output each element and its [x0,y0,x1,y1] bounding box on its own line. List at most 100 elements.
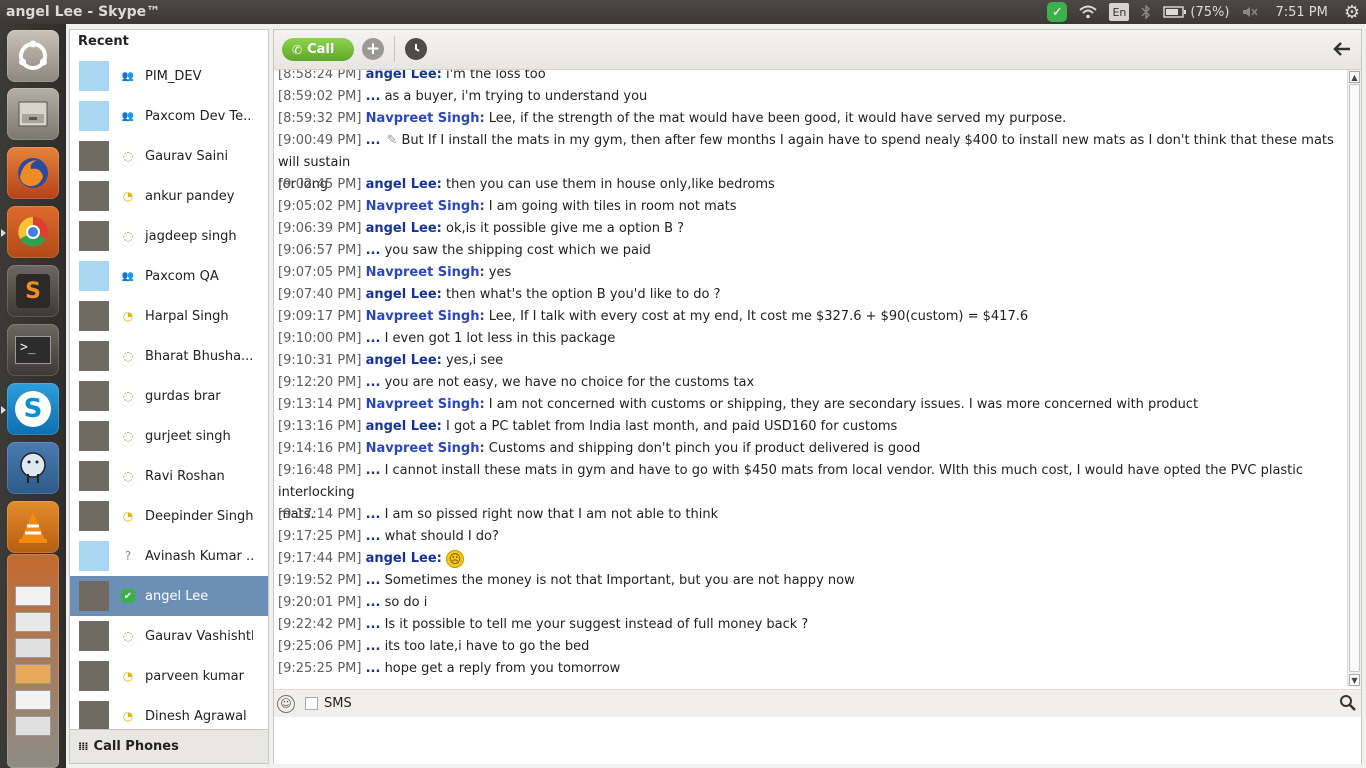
avatar [79,501,109,531]
sms-checkbox[interactable] [305,697,318,710]
message-timestamp: [9:00:49 PM] [278,133,362,148]
message-timestamp: [9:20:01 PM] [278,595,362,610]
scroll-thumb[interactable] [1349,84,1360,672]
message-scrollbar[interactable]: ▲ ▼ [1347,70,1361,687]
contact-item[interactable]: ◔ ankur pandey [70,176,268,216]
message-sender: angel Lee: [365,287,442,302]
scroll-down-arrow[interactable]: ▼ [1349,674,1360,686]
battery-icon[interactable]: (75%) [1163,0,1229,24]
emoticon-icon[interactable]: ☺ [277,694,295,713]
message-row: [8:59:02 PM] ... as a buyer, i'm trying … [274,86,1347,108]
message-timestamp: [9:16:48 PM] [278,463,362,478]
window-title: angel Lee - Skype™ [6,4,161,20]
message-text: yes,i see [445,353,504,368]
contact-item[interactable]: ◔ Deepinder Singh [70,496,268,536]
contact-item[interactable]: ◌ Gaurav Vashishth [70,616,268,656]
message-input[interactable] [274,718,1361,764]
message-row: [9:06:39 PM] angel Lee: ok,is it possibl… [274,218,1347,240]
history-clock-icon[interactable] [405,38,427,60]
postgres-icon[interactable] [7,442,59,494]
contact-name: angel Lee [145,588,209,604]
vlc-icon[interactable] [7,501,59,553]
message-sender: Navpreet Singh: [365,441,485,456]
message-sender: angel Lee: [365,551,442,566]
message-row: [9:06:57 PM] ... you saw the shipping co… [274,240,1347,262]
message-timestamp: [9:02:45 PM] [278,177,362,192]
message-timestamp: [9:06:57 PM] [278,243,362,258]
indicator-area: ✓ En (75%) 7:51 PM ⚙ [1041,0,1366,24]
contact-item[interactable]: ? Avinash Kumar ... [70,536,268,576]
presence-status-icon: ◔ [122,669,134,683]
contact-item[interactable]: ✔ angel Lee [70,576,268,616]
contact-name: Paxcom QA [145,268,219,284]
chat-panel: ✆ Call + [8:58:24 PM] angel Lee: i'm the… [273,29,1362,764]
message-text: you saw the shipping cost which we paid [384,243,651,258]
contact-item[interactable]: ◔ Harpal Singh [70,296,268,336]
skype-icon[interactable]: S [7,383,59,435]
message-row: [9:22:42 PM] ... Is it possible to tell … [274,614,1347,636]
contact-item[interactable]: ◌ gurdas brar [70,376,268,416]
message-text: as a buyer, i'm trying to understand you [384,89,648,104]
presence-status-icon: ◌ [122,469,134,483]
scroll-up-arrow[interactable]: ▲ [1349,71,1360,83]
volume-muted-icon[interactable] [1241,0,1259,24]
dialpad-icon: ⁞⁞⁞ [78,740,89,753]
contact-item[interactable]: ◌ jagdeep singh [70,216,268,256]
chat-toolbar: ✆ Call + [274,30,1361,70]
presence-status-icon: ◌ [122,229,134,243]
contact-item[interactable]: ◌ Gaurav Saini [70,136,268,176]
contact-item[interactable]: 👥 Paxcom Dev Te... [70,96,268,136]
keyboard-lang-icon[interactable]: En [1109,3,1130,21]
message-row: [9:25:25 PM] ... hope get a reply from y… [274,658,1347,680]
search-icon[interactable] [1339,694,1357,717]
message-text: Lee, If I talk with every cost at my end… [488,309,1029,324]
call-phones-button[interactable]: ⁞⁞⁞ Call Phones [70,729,268,763]
wifi-icon[interactable] [1079,0,1098,24]
presence-status-icon: ◌ [122,149,134,163]
contact-item[interactable]: 👥 Paxcom QA [70,256,268,296]
message-timestamp: [9:07:40 PM] [278,287,362,302]
terminal-icon[interactable]: >_ [7,324,59,376]
chrome-icon[interactable] [7,206,59,258]
clock[interactable]: 7:51 PM [1275,0,1327,24]
message-text: But If I install the mats in my gym, the… [278,133,1334,170]
message-text: hope get a reply from you tomorrow [384,661,621,676]
contact-item[interactable]: ◔ parveen kumar [70,656,268,696]
message-sender: angel Lee: [365,353,442,368]
message-sender: ... [365,529,381,544]
message-text: you are not easy, we have no choice for … [384,375,755,390]
app-stack-icon[interactable] [7,554,59,768]
message-timestamp: [9:25:06 PM] [278,639,362,654]
message-timestamp: [9:09:17 PM] [278,309,362,324]
message-timestamp: [9:10:31 PM] [278,353,362,368]
message-text: i'm the loss too [445,70,546,82]
contact-item[interactable]: ◌ gurjeet singh [70,416,268,456]
message-history[interactable]: [8:58:24 PM] angel Lee: i'm the loss too… [274,70,1347,687]
presence-status-icon: ◔ [122,309,134,323]
contact-name: Bharat Bhusha... [145,348,253,364]
back-arrow-icon[interactable] [1331,37,1353,61]
contact-item[interactable]: ◌ Bharat Bhusha... [70,336,268,376]
skype-status-icon[interactable]: ✓ [1047,2,1068,22]
files-icon[interactable] [7,88,59,140]
contact-name: Gaurav Saini [145,148,229,164]
ubuntu-dash-icon[interactable] [7,30,59,82]
firefox-icon[interactable] [7,147,59,199]
avatar [79,181,109,211]
message-text: Is it possible to tell me your suggest i… [384,617,809,632]
call-button[interactable]: ✆ Call [282,38,354,61]
top-panel: angel Lee - Skype™ ✓ En (75%) 7:51 PM ⚙ [0,0,1366,24]
contact-item[interactable]: 👥 PIM_DEV [70,56,268,96]
bluetooth-icon[interactable] [1141,0,1151,24]
contact-item[interactable]: ◌ Ravi Roshan [70,456,268,496]
presence-status-icon: ◔ [122,509,134,523]
message-timestamp: [9:19:52 PM] [278,573,362,588]
message-row: [9:17:25 PM] ... what should I do? [274,526,1347,548]
message-timestamp: [9:10:00 PM] [278,331,362,346]
sublime-text-icon[interactable]: S [7,265,59,317]
contact-name: Gaurav Vashishth [145,628,253,644]
add-participant-button[interactable]: + [362,38,384,60]
gear-icon[interactable]: ⚙ [1344,0,1360,24]
message-text: I am going with tiles in room not mats [488,199,737,214]
message-text: I am so pissed right now that I am not a… [384,507,719,522]
